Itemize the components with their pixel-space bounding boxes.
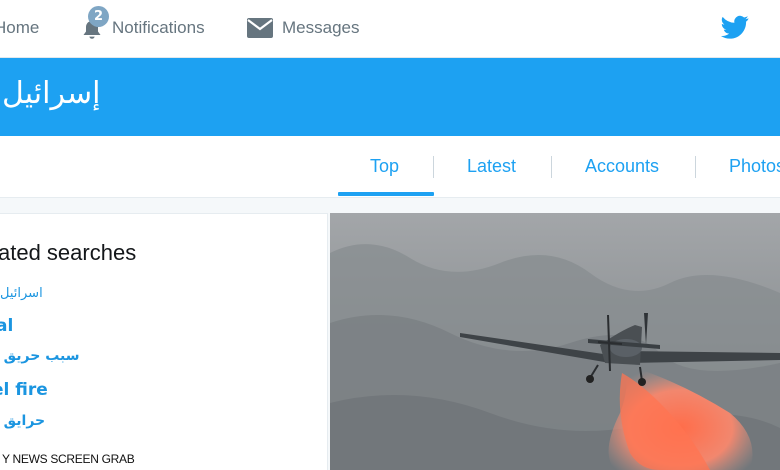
twitter-bird-icon[interactable] (720, 13, 750, 41)
nav-messages[interactable]: Messages (246, 14, 359, 42)
tab-photos[interactable]: Photos (729, 156, 780, 177)
related-search-link[interactable]: al (0, 316, 13, 336)
related-search-link[interactable]: سبب حريق ا (0, 348, 80, 364)
notifications-badge: 2 (88, 6, 109, 27)
tab-top[interactable]: Top (370, 156, 399, 177)
tab-accounts[interactable]: Accounts (585, 156, 659, 177)
envelope-icon (246, 14, 274, 42)
top-navigation: Home 2 Notifications Messages (0, 0, 780, 58)
search-query-title: إسرائيل (2, 76, 101, 111)
tab-divider (695, 156, 696, 178)
tab-latest[interactable]: Latest (467, 156, 516, 177)
screen-grab-watermark: Y NEWS SCREEN GRAB (2, 452, 135, 466)
related-search-link[interactable]: حرايق ا (0, 413, 45, 429)
search-tabs: Top Latest Accounts Photos (0, 136, 780, 198)
nav-home-label: Home (0, 18, 40, 37)
nav-notifications-label: Notifications (112, 18, 205, 37)
bell-icon: 2 (80, 6, 109, 42)
nav-home[interactable]: Home (0, 14, 39, 42)
related-searches-title: ated searches (0, 240, 137, 265)
nav-messages-label: Messages (282, 18, 360, 37)
tweet-photo-firefighting-plane[interactable] (330, 213, 780, 470)
related-search-link[interactable]: اسرائيل (0, 286, 43, 301)
plane-photo-illustration (330, 213, 780, 470)
tab-divider (551, 156, 552, 178)
active-tab-indicator (338, 192, 434, 196)
tab-divider (433, 156, 434, 178)
nav-notifications[interactable]: 2 Notifications (80, 6, 205, 42)
search-header: إسرائيل (0, 58, 780, 136)
related-search-link[interactable]: el fire (0, 380, 48, 400)
